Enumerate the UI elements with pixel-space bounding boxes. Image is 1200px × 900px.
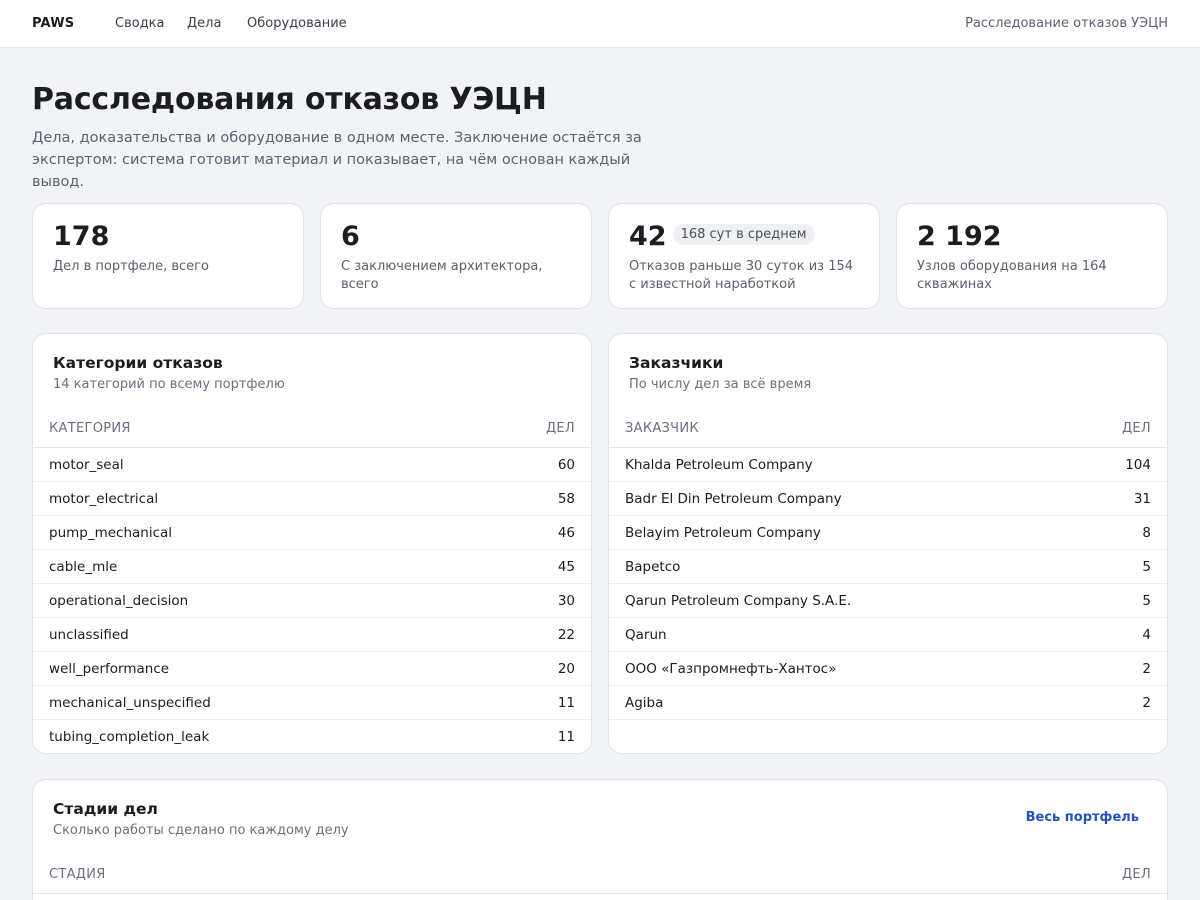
table-row[interactable]: operational_decision 30 — [33, 584, 591, 618]
kpi-value: 178 — [53, 221, 110, 252]
categories-table: Категория Дел motor_seal 60 motor_electric… — [33, 412, 591, 753]
table-row[interactable]: Belayim Petroleum Company 8 — [609, 516, 1167, 550]
top-navigation-bar: PAWS Сводка Дела Оборудование Расследова… — [0, 0, 1200, 48]
row-name: unclassified — [49, 627, 129, 643]
table-row[interactable]: Qarun 4 — [609, 618, 1167, 652]
row-name: ООО «Газпромнефть-Хантос» — [625, 661, 837, 677]
row-name: tubing_completion_leak — [49, 729, 210, 745]
table-row[interactable]: motor_seal 60 — [33, 448, 591, 482]
kpi-card-early-failures: 42 168 сут в среднем Отказов раньше 30 су… — [608, 203, 880, 309]
row-name: motor_seal — [49, 457, 124, 473]
full-portfolio-link[interactable]: Весь портфель — [1026, 810, 1139, 825]
column-header-category[interactable]: Категория — [49, 421, 131, 436]
row-count: 2 — [1142, 661, 1151, 677]
table-row[interactable]: tubing_completion_leak 11 — [33, 720, 591, 753]
stages-table: Стадия Дел — [33, 858, 1167, 894]
customers-panel: Заказчики По числу дел за всё время Зака… — [608, 333, 1168, 754]
table-row[interactable]: mechanical_unspecified 11 — [33, 686, 591, 720]
kpi-value: 6 — [341, 221, 360, 252]
panel-title: Заказчики — [629, 354, 724, 372]
column-header-count[interactable]: Дел — [1122, 421, 1151, 436]
row-count: 2 — [1142, 695, 1151, 711]
panel-title: Стадии дел — [53, 800, 158, 818]
row-name: well_performance — [49, 661, 170, 677]
row-name: Badr El Din Petroleum Company — [625, 491, 842, 507]
row-count: 20 — [557, 661, 575, 677]
app-subtitle: Расследование отказов УЭЦН — [965, 16, 1168, 31]
table-row[interactable]: cable_mle 45 — [33, 550, 591, 584]
table-row[interactable]: well_performance 20 — [33, 652, 591, 686]
panel-subtitle: 14 категорий по всему портфелю — [53, 377, 285, 392]
table-header: Стадия Дел — [33, 858, 1167, 894]
table-row[interactable]: unclassified 22 — [33, 618, 591, 652]
page-title: Расследования отказов УЭЦН — [32, 82, 547, 117]
row-name: Bapetco — [625, 559, 681, 575]
kpi-card-with-conclusion: 6 С заключением архитектора, всего — [320, 203, 592, 309]
panel-subtitle: По числу дел за всё время — [629, 377, 812, 392]
table-row[interactable]: motor_electrical 58 — [33, 482, 591, 516]
kpi-badge: 168 сут в среднем — [672, 224, 815, 245]
row-count: 45 — [557, 559, 575, 575]
row-count: 22 — [557, 627, 575, 643]
row-name: motor_electrical — [49, 491, 159, 507]
customers-table: Заказчик Дел Khalda Petroleum Company 104… — [609, 412, 1167, 720]
table-row[interactable]: Khalda Petroleum Company 104 — [609, 448, 1167, 482]
row-name: operational_decision — [49, 593, 189, 609]
row-name: cable_mle — [49, 559, 118, 575]
row-name: Khalda Petroleum Company — [625, 457, 813, 473]
brand-logo[interactable]: PAWS — [32, 16, 74, 31]
kpi-card-equipment-nodes: 2 192 Узлов оборудования на 164 скважина… — [896, 203, 1168, 309]
nav-item-equipment[interactable]: Оборудование — [247, 16, 347, 31]
column-header-count[interactable]: Дел — [546, 421, 575, 436]
column-header-stage[interactable]: Стадия — [49, 867, 106, 882]
kpi-card-total-cases: 178 Дел в портфеле, всего — [32, 203, 304, 309]
kpi-value: 42 — [629, 221, 667, 252]
row-count: 4 — [1142, 627, 1151, 643]
case-stages-panel: Стадии дел Сколько работы сделано по каж… — [32, 779, 1168, 900]
table-row[interactable]: ООО «Газпромнефть-Хантос» 2 — [609, 652, 1167, 686]
nav-item-summary[interactable]: Сводка — [115, 16, 165, 31]
kpi-label: С заключением архитектора, всего — [341, 259, 543, 292]
column-header-count[interactable]: Дел — [1122, 867, 1151, 882]
table-row[interactable]: Badr El Din Petroleum Company 31 — [609, 482, 1167, 516]
row-count: 104 — [1125, 457, 1151, 473]
kpi-label: Дел в портфеле, всего — [53, 259, 209, 274]
table-row[interactable]: Qarun Petroleum Company S.A.E. 5 — [609, 584, 1167, 618]
row-count: 8 — [1142, 525, 1151, 541]
table-header: Заказчик Дел — [609, 412, 1167, 448]
table-row[interactable]: Bapetco 5 — [609, 550, 1167, 584]
row-count: 30 — [557, 593, 575, 609]
nav-item-cases[interactable]: Дела — [187, 16, 221, 31]
panel-subtitle: Сколько работы сделано по каждому делу — [53, 823, 349, 838]
row-count: 11 — [557, 695, 575, 711]
kpi-label: Узлов оборудования на 164 скважинах — [917, 259, 1107, 292]
table-row[interactable]: Agiba 2 — [609, 686, 1167, 720]
row-count: 58 — [557, 491, 575, 507]
column-header-customer[interactable]: Заказчик — [625, 421, 699, 436]
kpi-value: 2 192 — [917, 221, 1002, 252]
failure-categories-panel: Категории отказов 14 категорий по всему … — [32, 333, 592, 754]
row-count: 5 — [1142, 559, 1151, 575]
row-name: Agiba — [625, 695, 664, 711]
row-count: 46 — [557, 525, 575, 541]
kpi-label: Отказов раньше 30 суток из 154 с известн… — [629, 259, 854, 292]
row-name: Qarun Petroleum Company S.A.E. — [625, 593, 852, 609]
row-name: pump_mechanical — [49, 525, 173, 541]
table-header: Категория Дел — [33, 412, 591, 448]
page-description: Дела, доказательства и оборудование в од… — [32, 130, 642, 190]
row-count: 31 — [1133, 491, 1151, 507]
panel-title: Категории отказов — [53, 354, 223, 372]
row-name: Qarun — [625, 627, 667, 643]
table-row[interactable]: pump_mechanical 46 — [33, 516, 591, 550]
row-name: Belayim Petroleum Company — [625, 525, 821, 541]
row-count: 11 — [557, 729, 575, 745]
row-count: 60 — [557, 457, 575, 473]
row-count: 5 — [1142, 593, 1151, 609]
row-name: mechanical_unspecified — [49, 695, 211, 711]
